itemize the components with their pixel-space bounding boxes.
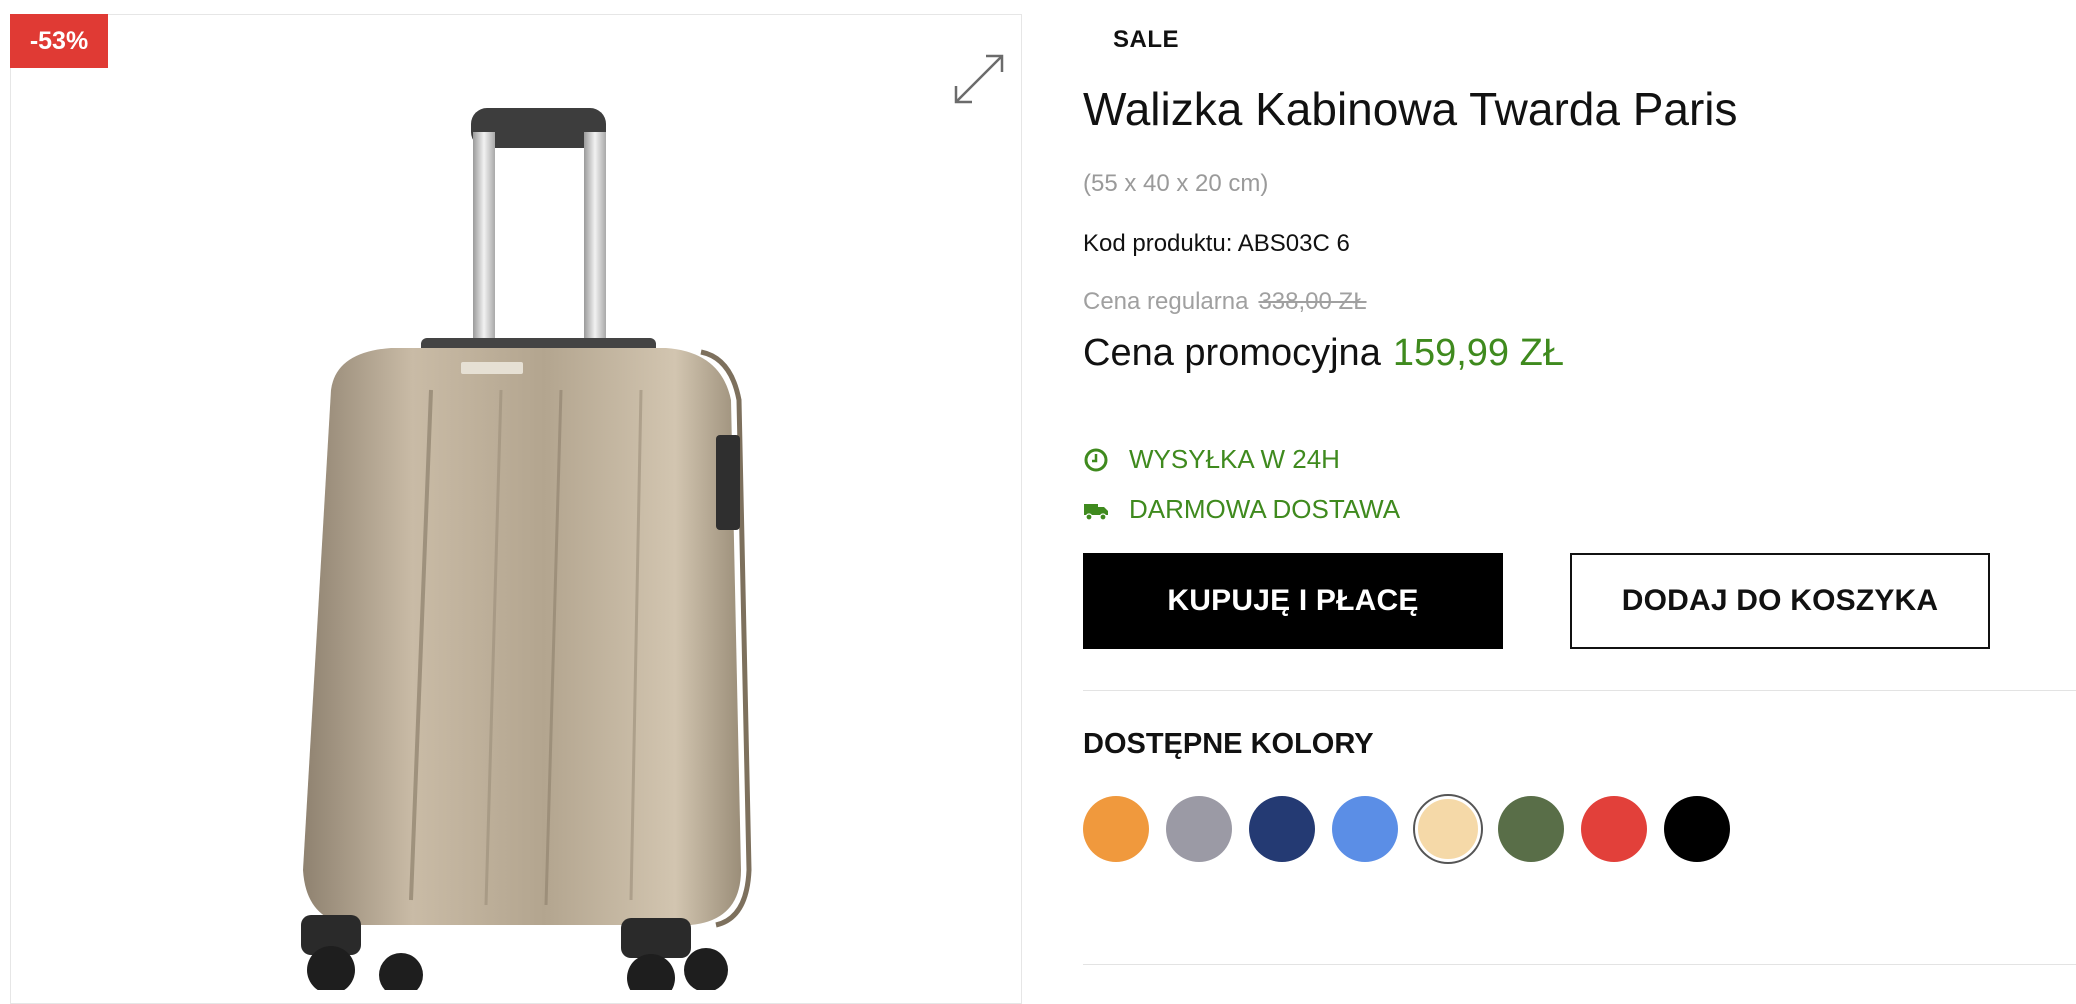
feature-delivery: DARMOWA DOSTAWA (1083, 494, 1400, 525)
color-swatch-8[interactable] (1664, 796, 1730, 862)
divider (1083, 690, 2076, 691)
add-to-cart-button[interactable]: DODAJ DO KOSZYKA (1570, 553, 1990, 649)
promo-price-value: 159,99 ZŁ (1392, 332, 1564, 374)
color-swatch-2[interactable] (1166, 796, 1232, 862)
feature-shipping-text: WYSYŁKA W 24H (1129, 444, 1340, 474)
color-swatch-4[interactable] (1332, 796, 1398, 862)
regular-price-value: 338,00 ZŁ (1258, 288, 1367, 315)
feature-delivery-text: DARMOWA DOSTAWA (1129, 494, 1401, 524)
buy-now-button[interactable]: KUPUJĘ I PŁACĘ (1083, 553, 1503, 649)
product-details: SALE Walizka Kabinowa Twarda Paris (55 x… (1083, 0, 2076, 992)
available-colors-heading: DOSTĘPNE KOLORY (1083, 728, 1374, 760)
divider (1083, 964, 2076, 965)
product-code: Kod produktu: ABS03C 6 (1083, 230, 1350, 257)
product-image[interactable] (261, 90, 781, 990)
clock-icon (1084, 448, 1108, 471)
color-swatch-3[interactable] (1249, 796, 1315, 862)
sale-label: SALE (1113, 26, 1180, 53)
product-title: Walizka Kabinowa Twarda Paris (1083, 83, 1738, 135)
promo-price: Cena promocyjna 159,99 ZŁ (1083, 332, 1564, 375)
color-swatch-1[interactable] (1083, 796, 1149, 862)
product-dimensions: (55 x 40 x 20 cm) (1083, 170, 1269, 197)
expand-icon[interactable] (950, 50, 1008, 108)
promo-price-label: Cena promocyjna (1083, 332, 1381, 374)
color-swatch-5[interactable] (1415, 796, 1481, 862)
regular-price-label: Cena regularna (1083, 288, 1249, 315)
color-swatch-6[interactable] (1498, 796, 1564, 862)
product-gallery (10, 14, 1022, 1004)
truck-icon (1084, 503, 1108, 521)
color-swatch-7[interactable] (1581, 796, 1647, 862)
color-swatches (1083, 796, 1747, 862)
discount-badge: -53% (10, 14, 108, 68)
feature-shipping: WYSYŁKA W 24H (1083, 444, 1340, 475)
regular-price: Cena regularna 338,00 ZŁ (1083, 288, 1367, 316)
